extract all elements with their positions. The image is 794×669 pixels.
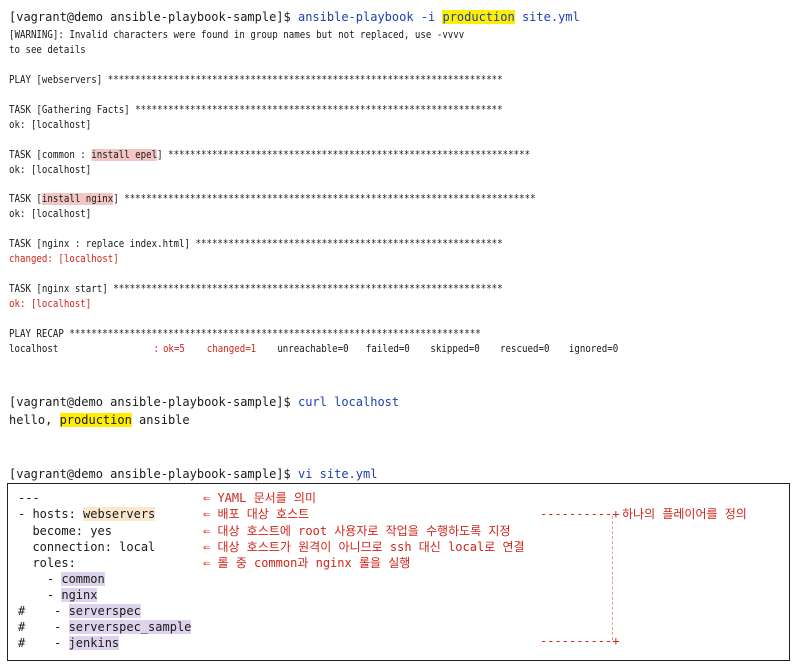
hosts-value-highlight: webservers: [83, 507, 156, 521]
recap-ignored: ignored=0: [568, 343, 619, 355]
role-highlight: serverspec_sample: [68, 620, 192, 634]
bracket-vertical-line: [612, 516, 613, 640]
warning-line-2: to see details: [9, 44, 86, 56]
yaml-line: connection: local: [18, 540, 156, 554]
annotation-target-hosts: ⇐ 배포 대상 호스트: [203, 507, 310, 521]
yaml-dash: # -: [18, 604, 69, 618]
play-recap-row: localhost : ok=5 changed=1 unreachable=0…: [9, 342, 783, 356]
recap-skipped: skipped=0: [430, 343, 480, 355]
shell-prompt: [vagrant@demo ansible-playbook-sample]$: [9, 10, 298, 24]
command-text: ansible-playbook -i: [297, 10, 443, 24]
task-result: ok: [localhost]: [9, 208, 92, 220]
task-nginx-start: TASK [nginx start] *********************…: [9, 283, 503, 295]
task-result-changed: changed: [localhost]: [9, 253, 119, 265]
yaml-role-line: - nginx: [18, 588, 98, 603]
annotation-yaml-doc: ⇐ YAML 문서를 의미: [203, 491, 316, 505]
task-replace-index: TASK [nginx : replace index.html] ******…: [9, 238, 503, 250]
yaml-dash: -: [18, 572, 62, 586]
warning-line-1: [WARNING]: Invalid characters were found…: [9, 29, 465, 41]
command-line-2: [vagrant@demo ansible-playbook-sample]$ …: [9, 395, 399, 409]
recap-ok: ok=5: [162, 343, 185, 355]
command-text: vi site.yml: [297, 467, 378, 481]
output-text: hello,: [9, 413, 60, 427]
command-line-3: [vagrant@demo ansible-playbook-sample]$ …: [9, 467, 377, 481]
play-header: PLAY [webservers] **********************…: [9, 74, 503, 86]
bracket-top: ----------+: [540, 507, 620, 521]
yaml-line-hosts: - hosts: webservers: [18, 507, 156, 522]
task-install-epel: TASK [common : install epel] ***********…: [9, 148, 530, 162]
task-prefix: TASK [common :: [9, 149, 92, 161]
inventory-highlight: production: [442, 10, 515, 24]
task-prefix: TASK [: [9, 193, 42, 205]
command-text-tail: site.yml: [514, 10, 580, 24]
annotation-roles: ⇐ 롤 중 common과 nginx 롤을 실행: [203, 556, 411, 570]
recap-rescued: rescued=0: [500, 343, 550, 355]
annotation-connection: ⇐ 대상 호스트가 원격이 아니므로 ssh 대신 local로 연결: [203, 540, 525, 554]
recap-colon: :: [153, 343, 159, 355]
yaml-key: - hosts:: [18, 507, 84, 521]
recap-host: localhost: [9, 343, 59, 355]
yaml-dash: -: [18, 588, 62, 602]
yaml-role-line: - common: [18, 572, 105, 587]
task-result: ok: [localhost]: [9, 298, 92, 310]
yaml-role-line-commented: # - serverspec_sample: [18, 620, 192, 635]
recap-changed: changed=1: [206, 343, 257, 355]
role-highlight: common: [61, 572, 105, 586]
yaml-role-line-commented: # - jenkins: [18, 636, 120, 651]
task-suffix: ] **************************************…: [157, 149, 531, 161]
task-install-nginx: TASK [install nginx] *******************…: [9, 192, 536, 206]
command-line-1: [vagrant@demo ansible-playbook-sample]$ …: [9, 10, 580, 24]
annotation-play-definition: 하나의 플레이어를 정의: [622, 507, 747, 521]
role-highlight: jenkins: [68, 636, 120, 650]
curl-output: hello, production ansible: [9, 413, 190, 427]
task-gathering-facts: TASK [Gathering Facts] *****************…: [9, 104, 503, 116]
role-highlight: serverspec: [68, 604, 141, 618]
bracket-bottom: ----------+: [540, 634, 620, 648]
yaml-role-line-commented: # - serverspec: [18, 604, 141, 619]
shell-prompt: [vagrant@demo ansible-playbook-sample]$: [9, 395, 298, 409]
recap-failed: failed=0: [365, 343, 410, 355]
task-suffix: ] **************************************…: [113, 193, 536, 205]
yaml-line: roles:: [18, 556, 76, 570]
shell-prompt: [vagrant@demo ansible-playbook-sample]$: [9, 467, 298, 481]
task-result: ok: [localhost]: [9, 164, 92, 176]
task-name-highlight: install epel: [91, 149, 158, 161]
yaml-dash: # -: [18, 620, 69, 634]
yaml-dash: # -: [18, 636, 69, 650]
annotation-become: ⇐ 대상 호스트에 root 사용자로 작업을 수행하도록 지정: [203, 524, 511, 538]
yaml-line: ---: [18, 491, 40, 505]
play-recap-header: PLAY RECAP *****************************…: [9, 328, 481, 340]
inventory-highlight: production: [59, 413, 132, 427]
output-text-tail: ansible: [131, 413, 190, 427]
task-result: ok: [localhost]: [9, 119, 92, 131]
command-text: curl localhost: [297, 395, 400, 409]
yaml-line: become: yes: [18, 524, 112, 538]
recap-unreachable: unreachable=0: [277, 343, 349, 355]
task-name-highlight: install nginx: [41, 193, 114, 205]
role-highlight: nginx: [61, 588, 98, 602]
